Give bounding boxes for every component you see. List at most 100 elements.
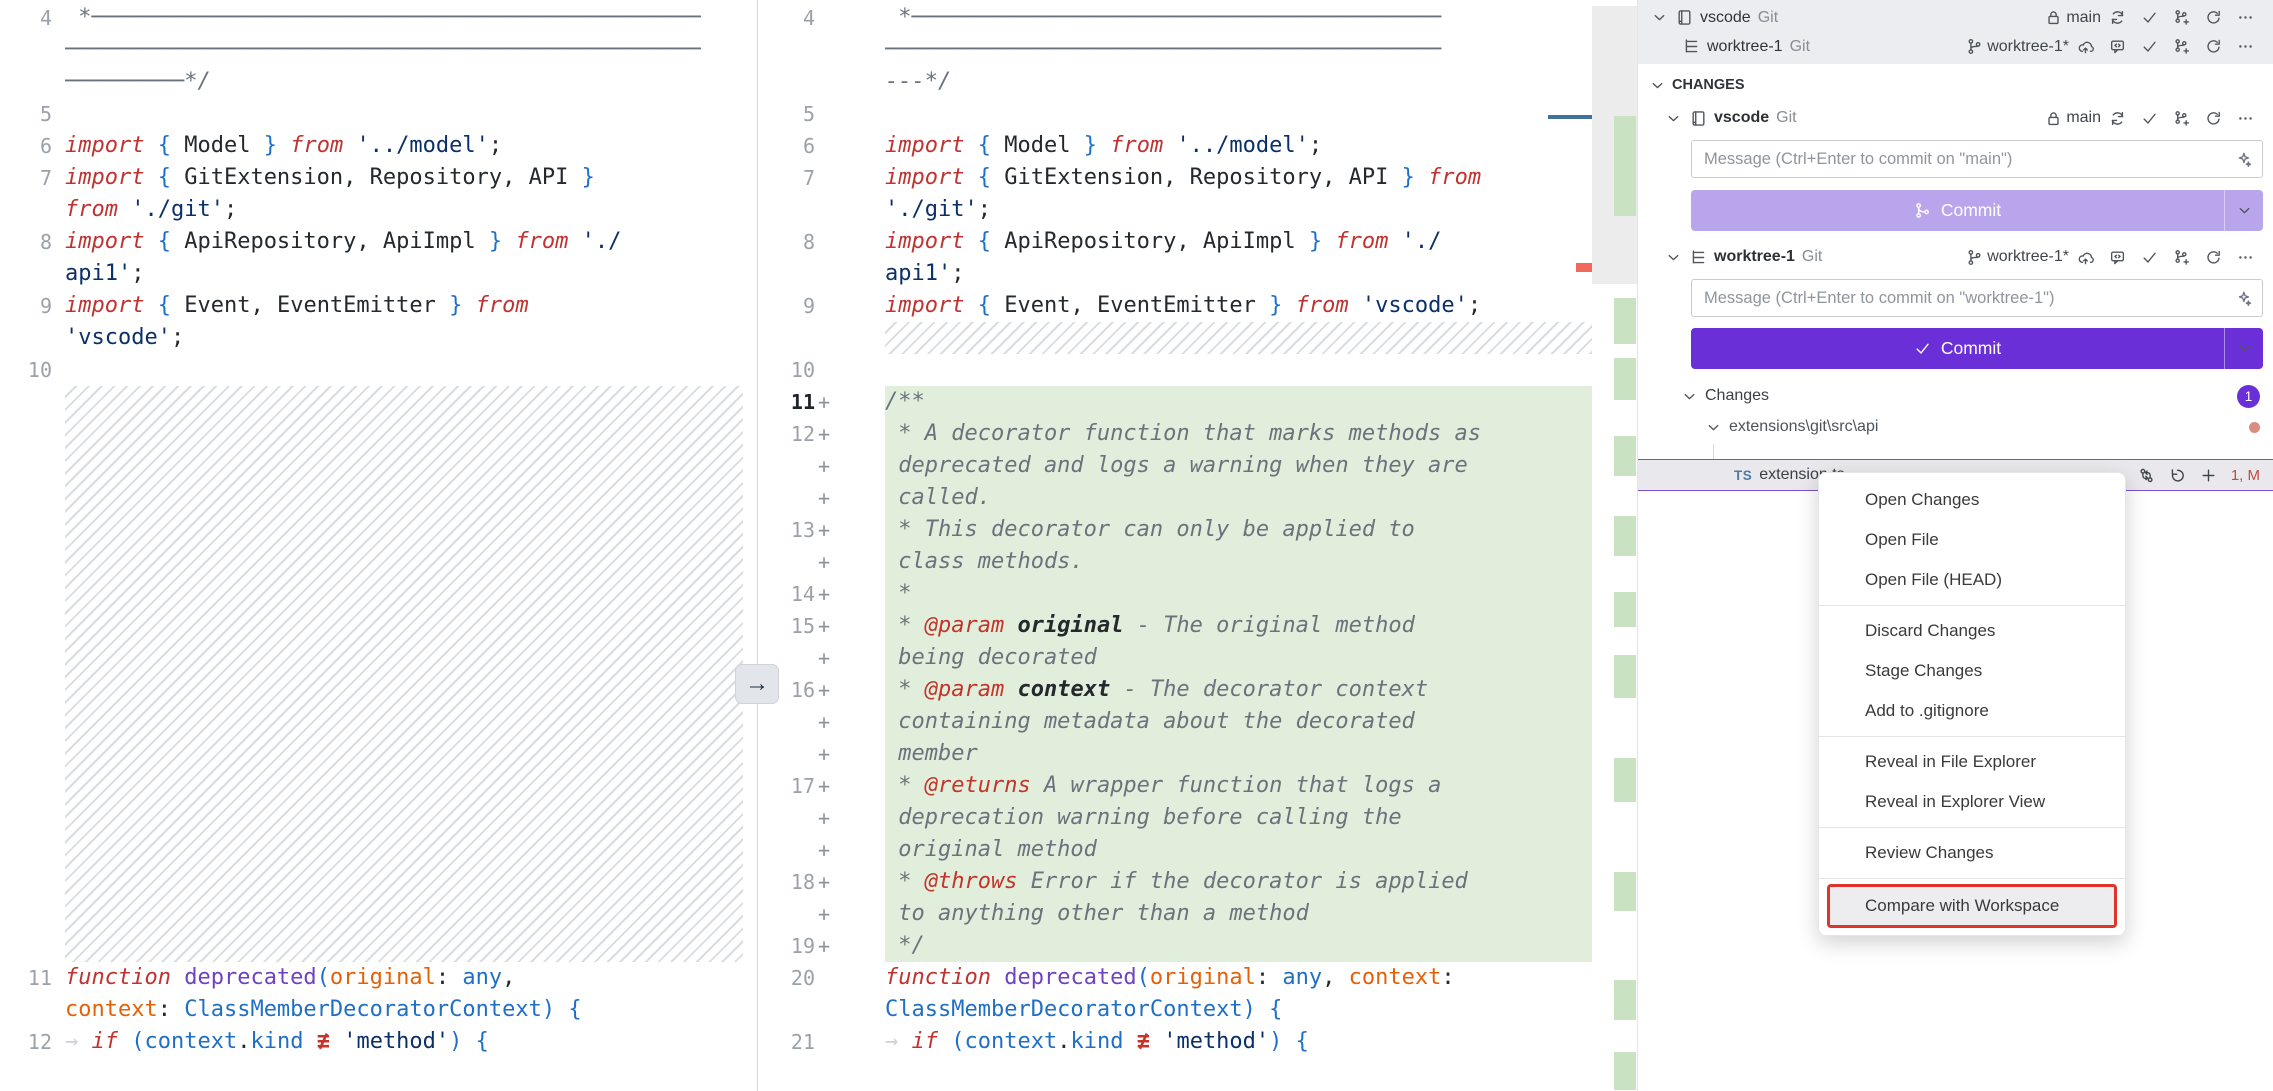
code-line[interactable]: 4 *─────────────────────────────────────…: [0, 2, 757, 34]
commit-message-field[interactable]: [1702, 149, 2226, 170]
code-line[interactable]: ClassMemberDecoratorContext) {: [758, 994, 1637, 1026]
code-line[interactable]: + member: [758, 738, 1637, 770]
commit-dropdown-button[interactable]: [2224, 190, 2263, 231]
code-line[interactable]: 18+ * @throws Error if the decorator is …: [758, 866, 1637, 898]
comment-icon[interactable]: [2108, 248, 2126, 266]
code-line[interactable]: api1';: [0, 258, 757, 290]
commit-message-field[interactable]: [1702, 288, 2226, 309]
code-line[interactable]: 7import { GitExtension, Repository, API …: [0, 162, 757, 194]
more-icon[interactable]: [2236, 38, 2254, 56]
changes-group-header-worktree-1[interactable]: worktree-1Gitworktree-1*: [1638, 241, 2273, 273]
tree-item-changes[interactable]: Changes 1: [1638, 380, 2273, 412]
cloud-icon[interactable]: [2076, 38, 2094, 56]
code-line[interactable]: './git';: [758, 194, 1637, 226]
menu-item-add-to-gitignore[interactable]: Add to .gitignore: [1819, 691, 2125, 731]
code-line[interactable]: + deprecated and logs a warning when the…: [758, 450, 1637, 482]
code-line[interactable]: 9import { Event, EventEmitter } from 'vs…: [758, 290, 1637, 322]
code-line[interactable]: + deprecation warning before calling the: [758, 802, 1637, 834]
sync-icon[interactable]: [2108, 9, 2126, 27]
cloud-icon[interactable]: [2076, 248, 2094, 266]
code-line[interactable]: + class methods.: [758, 546, 1637, 578]
code-line[interactable]: 12+ * A decorator function that marks me…: [758, 418, 1637, 450]
refresh-icon[interactable]: [2204, 109, 2222, 127]
sparkle-icon[interactable]: [2234, 150, 2252, 168]
code-line[interactable]: 11+/**: [758, 386, 1637, 418]
code-line[interactable]: 11function deprecated(original: any,: [0, 962, 757, 994]
tree-item-folder[interactable]: extensions\git\src\api: [1638, 412, 2273, 442]
code-line[interactable]: ─────────*/: [0, 66, 757, 98]
code-line[interactable]: + containing metadata about the decorate…: [758, 706, 1637, 738]
code-line[interactable]: 19+ */: [758, 930, 1637, 962]
code-line[interactable]: 15+ * @param original - The original met…: [758, 610, 1637, 642]
code-line[interactable]: 9import { Event, EventEmitter } from: [0, 290, 757, 322]
branch-plus-icon[interactable]: [2172, 9, 2190, 27]
code-line[interactable]: 20function deprecated(original: any, con…: [758, 962, 1637, 994]
code-line[interactable]: 17+ * @returns A wrapper function that l…: [758, 770, 1637, 802]
code-line[interactable]: + to anything other than a method: [758, 898, 1637, 930]
code-line[interactable]: 21→ if (context.kind ≢ 'method') {: [758, 1026, 1637, 1058]
menu-item-open-file[interactable]: Open File: [1819, 520, 2125, 560]
code-line[interactable]: + being decorated: [758, 642, 1637, 674]
menu-item-discard-changes[interactable]: Discard Changes: [1819, 611, 2125, 651]
code-line[interactable]: 7import { GitExtension, Repository, API …: [758, 162, 1637, 194]
branch-plus-icon[interactable]: [2172, 109, 2190, 127]
check-icon[interactable]: [2140, 9, 2158, 27]
menu-item-open-file-head-[interactable]: Open File (HEAD): [1819, 560, 2125, 600]
comment-icon[interactable]: [2108, 38, 2126, 56]
code-line[interactable]: from './git';: [0, 194, 757, 226]
sparkle-icon[interactable]: [2234, 289, 2252, 307]
changes-section-header[interactable]: CHANGES: [1638, 70, 2273, 100]
diff-editor-original[interactable]: 4 *─────────────────────────────────────…: [0, 0, 757, 1091]
code-line[interactable]: api1';: [758, 258, 1637, 290]
branch-plus-icon[interactable]: [2172, 248, 2190, 266]
code-line[interactable]: 13+ * This decorator can only be applied…: [758, 514, 1637, 546]
more-icon[interactable]: [2236, 109, 2254, 127]
menu-item-reveal-in-file-explorer[interactable]: Reveal in File Explorer: [1819, 742, 2125, 782]
check-icon[interactable]: [2140, 109, 2158, 127]
menu-item-open-changes[interactable]: Open Changes: [1819, 480, 2125, 520]
refresh-icon[interactable]: [2204, 9, 2222, 27]
code-line[interactable]: 16+ * @param context - The decorator con…: [758, 674, 1637, 706]
code-line[interactable]: 5: [758, 98, 1637, 130]
menu-item-reveal-in-explorer-view[interactable]: Reveal in Explorer View: [1819, 782, 2125, 822]
branch-indicator[interactable]: main: [2044, 109, 2101, 127]
code-line[interactable]: 10: [0, 354, 757, 386]
menu-item-stage-changes[interactable]: Stage Changes: [1819, 651, 2125, 691]
code-line[interactable]: ---*/: [758, 66, 1637, 98]
code-line[interactable]: 8import { ApiRepository, ApiImpl } from …: [758, 226, 1637, 258]
code-line[interactable]: 4 *─────────────────────────────────────…: [758, 2, 1637, 34]
code-line[interactable]: context: ClassMemberDecoratorContext) {: [0, 994, 757, 1026]
compare-icon[interactable]: [2138, 466, 2156, 484]
commit-dropdown-button[interactable]: [2224, 328, 2263, 369]
revert-block-arrow-button[interactable]: →: [735, 664, 779, 704]
code-line[interactable]: + called.: [758, 482, 1637, 514]
repository-row-worktree-1[interactable]: worktree-1Gitworktree-1*: [1638, 32, 2273, 61]
branch-indicator[interactable]: worktree-1*: [1965, 38, 2069, 56]
code-line[interactable]: ────────────────────────────────────────…: [0, 34, 757, 66]
menu-item-review-changes[interactable]: Review Changes: [1819, 833, 2125, 873]
code-line[interactable]: 12→ if (context.kind ≢ 'method') {: [0, 1026, 757, 1058]
code-line[interactable]: 'vscode';: [0, 322, 757, 354]
menu-item-compare-with-workspace[interactable]: Compare with Workspace: [1830, 887, 2114, 925]
check-icon[interactable]: [2140, 38, 2158, 56]
changes-group-header-vscode[interactable]: vscodeGitmain: [1638, 102, 2273, 134]
repository-row-vscode[interactable]: vscodeGitmain: [1638, 3, 2273, 32]
refresh-icon[interactable]: [2204, 248, 2222, 266]
code-line[interactable]: 6import { Model } from '../model';: [0, 130, 757, 162]
more-icon[interactable]: [2236, 9, 2254, 27]
discard-icon[interactable]: [2169, 466, 2187, 484]
branch-indicator[interactable]: main: [2044, 9, 2101, 27]
more-icon[interactable]: [2236, 248, 2254, 266]
code-line[interactable]: 8import { ApiRepository, ApiImpl } from …: [0, 226, 757, 258]
code-line[interactable]: 10: [758, 354, 1637, 386]
code-line[interactable]: 6import { Model } from '../model';: [758, 130, 1637, 162]
code-line[interactable]: 14+ *: [758, 578, 1637, 610]
sync-icon[interactable]: [2108, 109, 2126, 127]
branch-plus-icon[interactable]: [2172, 38, 2190, 56]
refresh-icon[interactable]: [2204, 38, 2222, 56]
plus-icon[interactable]: [2200, 466, 2218, 484]
commit-button-vscode[interactable]: Commit: [1691, 190, 2263, 231]
code-line[interactable]: ────────────────────────────────────────…: [758, 34, 1637, 66]
check-icon[interactable]: [2140, 248, 2158, 266]
diff-editor-modified[interactable]: 4 *─────────────────────────────────────…: [758, 0, 1637, 1091]
